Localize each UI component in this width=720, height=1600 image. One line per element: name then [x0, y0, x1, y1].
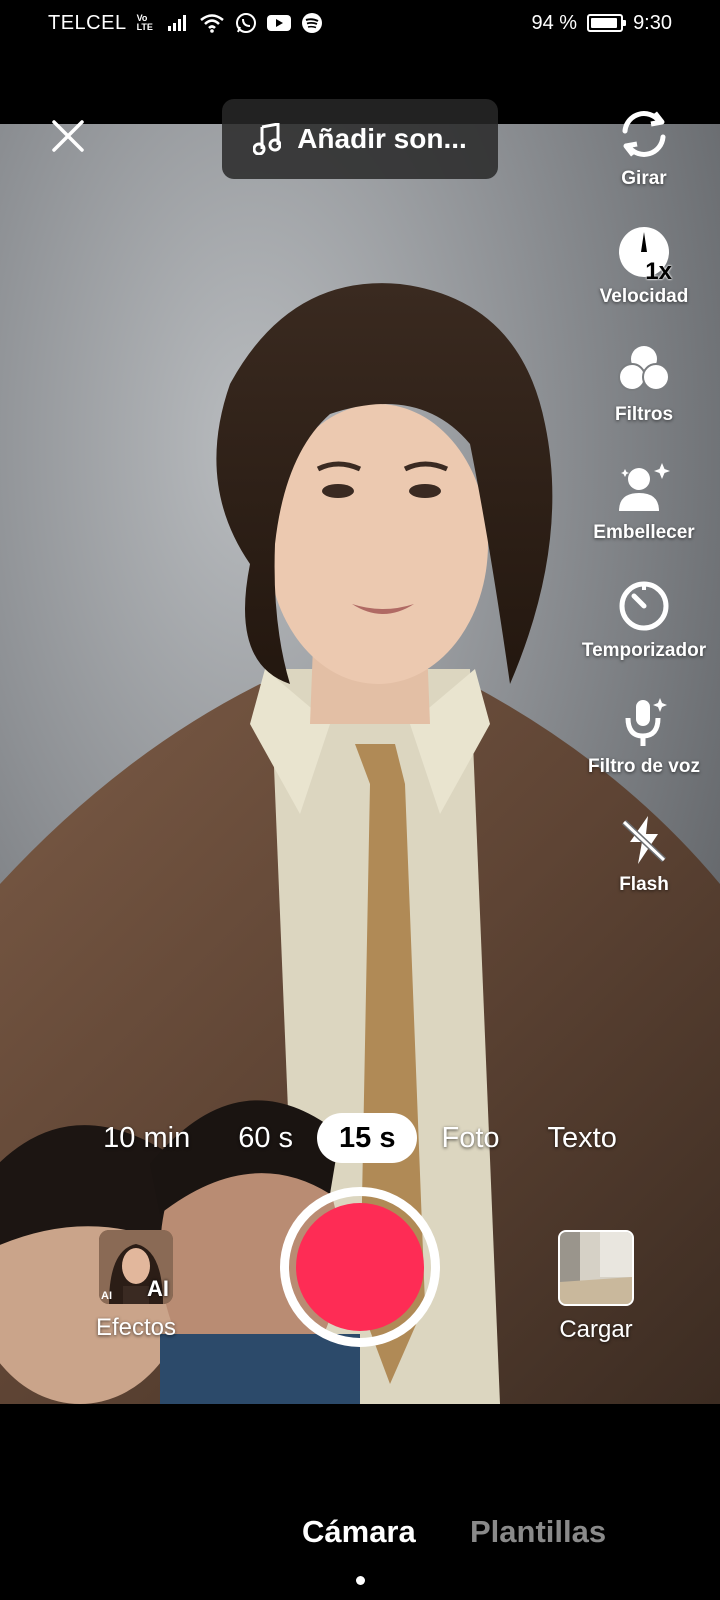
- effects-thumbnail: AI AI: [99, 1230, 173, 1304]
- tool-voice-filter[interactable]: Filtro de voz: [588, 692, 700, 780]
- battery-percent: 94 %: [531, 11, 578, 34]
- mode-15-s[interactable]: 15 s: [317, 1113, 418, 1163]
- add-sound-button[interactable]: Añadir son...: [222, 99, 498, 179]
- effects-ai-badge: AI: [147, 1276, 169, 1301]
- tool-flash-label: Flash: [619, 874, 669, 895]
- filters-icon: [614, 340, 674, 400]
- timer-icon: [614, 576, 674, 636]
- tool-flash[interactable]: Flash: [614, 810, 674, 898]
- speed-badge: 1x: [645, 258, 672, 285]
- tool-rail: Girar 1x Velocidad Filtros Embellecer Te…: [574, 104, 714, 898]
- signal-icon: [167, 14, 189, 32]
- whatsapp-icon: [235, 12, 257, 34]
- mode-10-min[interactable]: 10 min: [79, 1113, 214, 1163]
- tool-voice-filter-label: Filtro de voz: [588, 756, 700, 777]
- upload-button[interactable]: Cargar: [544, 1230, 648, 1344]
- battery-icon: [587, 14, 627, 32]
- tool-speed[interactable]: 1x Velocidad: [599, 222, 689, 310]
- volte-indicator: Vo LTE: [137, 14, 157, 32]
- active-tab-indicator: [356, 1576, 365, 1585]
- beautify-icon: [614, 458, 674, 518]
- clock: 9:30: [633, 11, 672, 34]
- voice-filter-icon: [614, 692, 674, 752]
- bottom-nav: Cámara Plantillas: [0, 1404, 720, 1600]
- close-button[interactable]: [48, 116, 88, 156]
- tool-timer-label: Temporizador: [581, 640, 707, 661]
- gallery-thumbnail: [558, 1230, 634, 1306]
- effects-ai-badge-small: AI: [101, 1290, 112, 1302]
- record-button-core: [296, 1203, 424, 1331]
- battery-level: [591, 18, 618, 28]
- tool-flip[interactable]: Girar: [614, 104, 674, 192]
- upload-label: Cargar: [559, 1316, 633, 1343]
- speed-icon: 1x: [614, 222, 674, 285]
- tab-camera[interactable]: Cámara: [302, 1514, 416, 1550]
- tool-speed-label: Velocidad: [599, 286, 689, 307]
- mode-text[interactable]: Texto: [524, 1113, 641, 1163]
- carrier-name: TELCEL: [48, 11, 127, 34]
- effects-label: Efectos: [95, 1314, 177, 1341]
- close-icon: [52, 120, 84, 152]
- status-bar: TELCEL Vo LTE 94 % 9:30: [0, 0, 720, 46]
- mode-photo[interactable]: Foto: [417, 1113, 523, 1163]
- youtube-icon: [266, 14, 291, 32]
- mode-60-s[interactable]: 60 s: [214, 1113, 317, 1163]
- flash-off-icon: [614, 810, 674, 870]
- tool-flip-label: Girar: [621, 168, 667, 189]
- add-sound-label: Añadir son...: [297, 123, 467, 154]
- flip-camera-icon: [614, 104, 674, 164]
- volte-bottom: LTE: [136, 22, 153, 32]
- capture-mode-selector: 10 min 60 s 15 s Foto Texto: [0, 1112, 720, 1164]
- effects-button[interactable]: AI AI Efectos: [84, 1230, 188, 1342]
- spotify-icon: [301, 12, 323, 34]
- wifi-icon: [199, 13, 225, 33]
- music-note-icon: [253, 123, 282, 155]
- tool-beautify-label: Embellecer: [593, 522, 695, 543]
- tool-timer[interactable]: Temporizador: [582, 576, 706, 664]
- tab-templates[interactable]: Plantillas: [470, 1514, 606, 1550]
- tool-beautify[interactable]: Embellecer: [593, 458, 695, 546]
- tool-filters[interactable]: Filtros: [614, 340, 674, 428]
- tool-filters-label: Filtros: [614, 404, 674, 425]
- record-button[interactable]: [280, 1187, 440, 1347]
